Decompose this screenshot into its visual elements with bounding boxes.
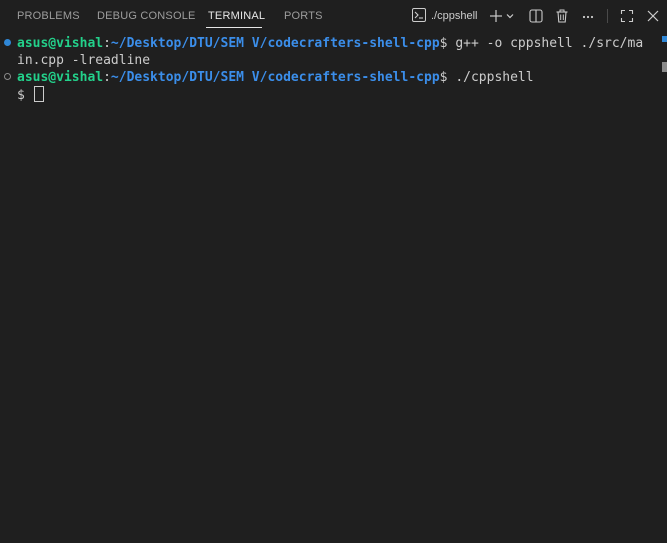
command-success-decoration[interactable]	[4, 39, 11, 46]
shell-prompt: $	[17, 88, 33, 103]
terminal-selector[interactable]: ./cppshell	[412, 7, 477, 25]
terminal-icon	[412, 7, 426, 26]
tab-terminal[interactable]: TERMINAL	[208, 9, 265, 23]
command-running-decoration[interactable]	[4, 73, 11, 80]
prompt-user: asus@vishal	[17, 70, 104, 85]
more-icon[interactable]	[579, 7, 597, 25]
prompt-user: asus@vishal	[17, 36, 104, 51]
command-text: g++ -o cppshell ./src/ma	[455, 36, 644, 51]
terminal-cursor	[33, 86, 44, 102]
terminal-line-2: in.cpp -lreadline	[17, 52, 150, 69]
prompt-colon: :	[103, 70, 111, 85]
prompt-symbol: $	[439, 70, 456, 85]
trash-icon[interactable]	[553, 7, 571, 25]
prompt-colon: :	[103, 36, 111, 51]
terminal-selector-label: ./cppshell	[431, 10, 478, 22]
toolbar-separator	[607, 9, 608, 23]
terminal-panel: PROBLEMS DEBUG CONSOLE TERMINAL PORTS ./…	[0, 0, 667, 543]
close-icon[interactable]	[644, 7, 662, 25]
tab-debug-console[interactable]: DEBUG CONSOLE	[97, 9, 196, 23]
terminal-line-4: $	[17, 86, 44, 104]
chevron-down-icon[interactable]	[504, 7, 516, 25]
prompt-symbol: $	[439, 36, 456, 51]
tab-ports[interactable]: PORTS	[284, 9, 323, 23]
split-icon[interactable]	[527, 7, 545, 25]
terminal-line-3: asus@vishal:~/Desktop/DTU/SEM V/codecraf…	[17, 69, 534, 86]
command-text: ./cppshell	[455, 70, 534, 85]
tab-problems[interactable]: PROBLEMS	[17, 9, 80, 23]
prompt-path: ~/Desktop/DTU/SEM V/codecrafters-shell-c…	[110, 36, 440, 51]
terminal-output[interactable]: asus@vishal:~/Desktop/DTU/SEM V/codecraf…	[0, 33, 660, 543]
scrollbar-marker-current	[662, 62, 667, 72]
terminal-line-1: asus@vishal:~/Desktop/DTU/SEM V/codecraf…	[17, 35, 643, 52]
terminal-scrollbar[interactable]	[660, 33, 667, 543]
command-continuation: in.cpp -lreadline	[17, 53, 151, 68]
active-tab-indicator	[206, 27, 262, 28]
prompt-path: ~/Desktop/DTU/SEM V/codecrafters-shell-c…	[110, 70, 440, 85]
scrollbar-marker-success	[662, 36, 667, 42]
panel-tab-bar: PROBLEMS DEBUG CONSOLE TERMINAL PORTS ./…	[0, 0, 667, 33]
plus-icon[interactable]	[487, 7, 505, 25]
maximize-icon[interactable]	[618, 7, 636, 25]
